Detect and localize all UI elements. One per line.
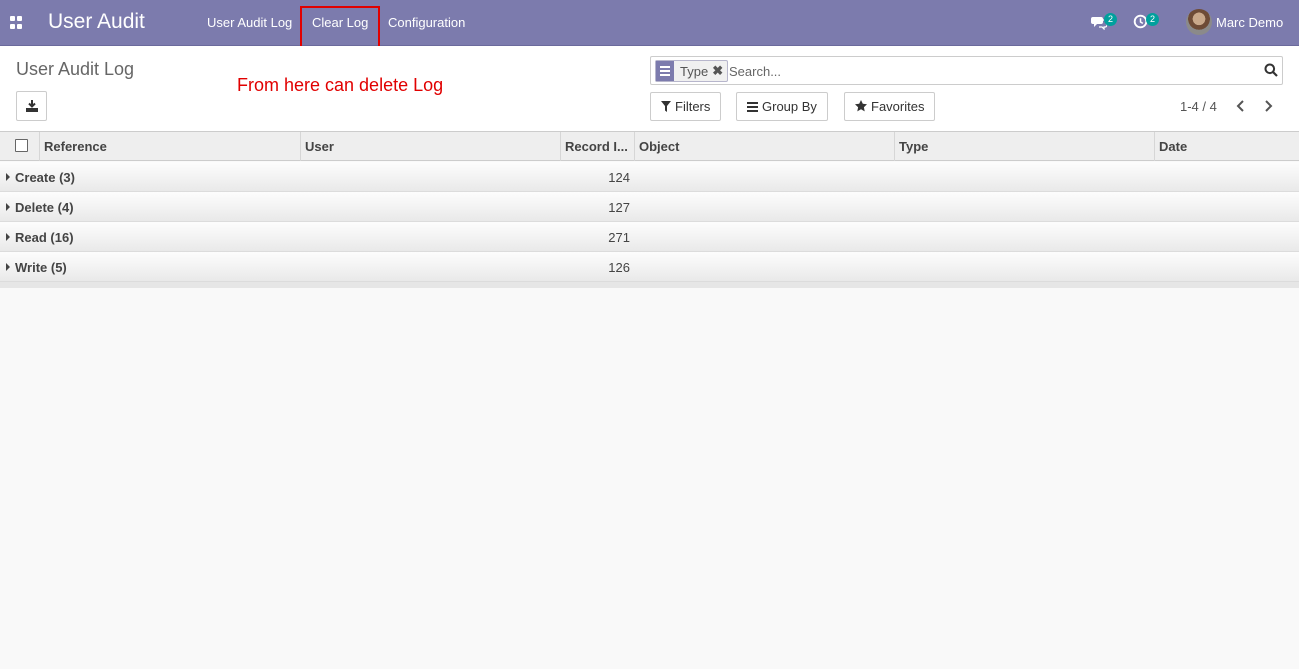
apps-menu-icon[interactable] (10, 16, 23, 29)
list-header: Reference User Record I... Object Type D… (0, 132, 1299, 161)
search-facet-type[interactable]: Type ✖ (655, 60, 729, 82)
annotation-text: From here can delete Log (237, 75, 444, 95)
facet-remove-icon[interactable]: ✖ (712, 61, 727, 81)
group-record-id-sum: 126 (608, 260, 630, 275)
group-record-id-sum: 124 (608, 170, 630, 185)
star-icon (855, 100, 867, 115)
facet-label: Type (680, 64, 709, 79)
search-icon[interactable] (1264, 63, 1278, 80)
column-date[interactable]: Date (1154, 132, 1299, 161)
filter-icon (661, 100, 671, 115)
menu-configuration[interactable]: Configuration (388, 15, 465, 30)
group-name: Create (3) (15, 170, 75, 185)
messages-badge: 2 (1104, 13, 1118, 26)
menu-user-audit-log[interactable]: User Audit Log (207, 15, 292, 30)
group-row-create[interactable]: Create (3) 124 (0, 162, 1299, 192)
top-navbar: User Audit User Audit Log Clear Log Conf… (0, 0, 1299, 46)
control-panel: User Audit Log From here can delete Log … (0, 46, 1299, 132)
list-footer (0, 282, 1299, 288)
caret-right-icon (6, 233, 10, 241)
caret-right-icon (6, 263, 10, 271)
group-by-label: Group By (762, 99, 817, 114)
column-reference[interactable]: Reference (39, 132, 300, 161)
caret-right-icon (6, 173, 10, 181)
pager-previous-icon[interactable] (1236, 100, 1245, 115)
column-record-id[interactable]: Record I... (560, 132, 634, 161)
select-all-checkbox[interactable] (15, 139, 28, 152)
group-by-button[interactable]: Group By (736, 92, 828, 121)
caret-right-icon (6, 203, 10, 211)
favorites-button[interactable]: Favorites (844, 92, 936, 121)
group-name: Write (5) (15, 260, 67, 275)
app-title: User Audit (48, 10, 145, 33)
favorites-label: Favorites (871, 99, 925, 114)
pager-next-icon[interactable] (1264, 100, 1273, 115)
filters-button[interactable]: Filters (650, 92, 722, 121)
group-row-delete[interactable]: Delete (4) 127 (0, 192, 1299, 222)
search-box: Type ✖ (650, 56, 1283, 85)
group-name: Delete (4) (15, 200, 74, 215)
column-user[interactable]: User (300, 132, 560, 161)
group-row-write[interactable]: Write (5) 126 (0, 252, 1299, 282)
group-row-read[interactable]: Read (16) 271 (0, 222, 1299, 252)
group-record-id-sum: 271 (608, 230, 630, 245)
user-name[interactable]: Marc Demo (1216, 15, 1283, 30)
group-name: Read (16) (15, 230, 74, 245)
group-by-list-icon (656, 61, 674, 81)
pager-value[interactable]: 1-4 / 4 (1180, 99, 1217, 114)
download-icon (26, 100, 38, 112)
column-object[interactable]: Object (634, 132, 894, 161)
column-type[interactable]: Type (894, 132, 1154, 161)
download-button[interactable] (16, 91, 47, 121)
user-avatar[interactable] (1186, 9, 1212, 35)
list-icon (747, 100, 758, 115)
search-input[interactable] (729, 62, 1249, 80)
breadcrumb: User Audit Log (16, 59, 135, 79)
group-record-id-sum: 127 (608, 200, 630, 215)
filters-label: Filters (675, 99, 711, 114)
activities-badge: 2 (1146, 13, 1160, 26)
